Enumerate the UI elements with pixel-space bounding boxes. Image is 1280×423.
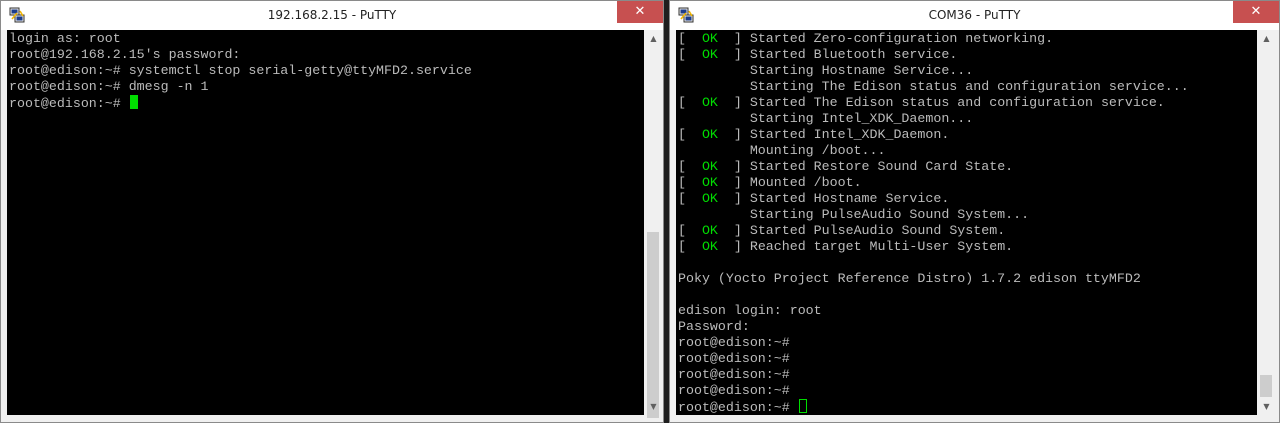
line-text: Password: bbox=[678, 319, 750, 334]
status-message: Started Bluetooth service. bbox=[749, 47, 958, 62]
line-text: Starting PulseAudio Sound System... bbox=[678, 207, 1030, 222]
ok-status-badge: OK bbox=[701, 127, 718, 142]
terminal-line: Starting PulseAudio Sound System... bbox=[678, 207, 1189, 223]
line-text: root@edison:~# bbox=[678, 351, 790, 366]
terminal-line: login as: root bbox=[9, 31, 121, 46]
ok-status-badge: OK bbox=[701, 239, 718, 254]
window-title: 192.168.2.15 - PuTTY bbox=[267, 8, 397, 22]
terminal-line: Mounting /boot... bbox=[678, 143, 1189, 159]
boot-status-line: [ OK ] Started The Edison status and con… bbox=[678, 95, 1165, 110]
ok-status-badge: OK bbox=[701, 95, 718, 110]
boot-status-line: [ OK ] Reached target Multi-User System. bbox=[678, 239, 1014, 254]
line-text: root@edison:~# bbox=[678, 383, 790, 398]
line-text: Starting Intel_XDK_Daemon... bbox=[678, 111, 974, 126]
ok-status-badge: OK bbox=[701, 175, 718, 190]
scrollbar-thumb[interactable] bbox=[647, 232, 659, 418]
vertical-scrollbar[interactable]: ▲ ▼ bbox=[645, 30, 662, 418]
ok-status-badge: OK bbox=[701, 191, 718, 206]
line-text: Starting Hostname Service... bbox=[678, 63, 974, 78]
text-cursor bbox=[129, 95, 138, 109]
boot-status-line: [ OK ] Started PulseAudio Sound System. bbox=[678, 223, 1006, 238]
ok-status-badge: OK bbox=[701, 47, 718, 62]
status-message: Reached target Multi-User System. bbox=[749, 239, 1014, 254]
terminal-line: root@edison:~# bbox=[678, 399, 1189, 415]
status-message: Started Restore Sound Card State. bbox=[749, 159, 1014, 174]
text-cursor bbox=[798, 399, 807, 413]
terminal-screen[interactable]: login as: root root@192.168.2.15's passw… bbox=[7, 30, 644, 415]
putty-app-icon[interactable] bbox=[678, 7, 695, 24]
terminal-line: root@edison:~# dmesg -n 1 bbox=[9, 79, 209, 94]
terminal-line: edison login: root bbox=[678, 303, 1189, 319]
scroll-down-arrow-icon[interactable]: ▼ bbox=[1258, 398, 1275, 415]
terminal-screen[interactable]: [ OK ] Started Zero-configuration networ… bbox=[676, 30, 1257, 415]
boot-status-line: [ OK ] Started Hostname Service. bbox=[678, 191, 950, 206]
scroll-down-arrow-icon[interactable]: ▼ bbox=[645, 398, 662, 415]
terminal-line: Starting Hostname Service... bbox=[678, 63, 1189, 79]
status-message: Started PulseAudio Sound System. bbox=[749, 223, 1006, 238]
terminal-output: login as: root root@192.168.2.15's passw… bbox=[9, 31, 472, 111]
scrollbar-thumb[interactable] bbox=[1260, 375, 1272, 397]
putty-window-ssh[interactable]: 192.168.2.15 - PuTTY ✕ login as: root ro… bbox=[0, 0, 664, 423]
boot-status-line: [ OK ] Started Restore Sound Card State. bbox=[678, 159, 1014, 174]
boot-status-line: [ OK ] Started Intel_XDK_Daemon. bbox=[678, 127, 950, 142]
status-message: Started Hostname Service. bbox=[749, 191, 950, 206]
line-text: edison login: root bbox=[678, 303, 822, 318]
boot-status-line: [ OK ] Started Bluetooth service. bbox=[678, 47, 958, 62]
putty-window-serial[interactable]: COM36 - PuTTY ✕ [ OK ] Started Zero-conf… bbox=[669, 0, 1280, 423]
line-text: Starting The Edison status and configura… bbox=[678, 79, 1189, 94]
terminal-line: Starting The Edison status and configura… bbox=[678, 79, 1189, 95]
terminal-line: root@edison:~# systemctl stop serial-get… bbox=[9, 63, 472, 78]
scroll-up-arrow-icon[interactable]: ▲ bbox=[645, 30, 662, 47]
close-button[interactable]: ✕ bbox=[1233, 1, 1279, 23]
status-message: Started The Edison status and configurat… bbox=[749, 95, 1165, 110]
terminal-line: Starting Intel_XDK_Daemon... bbox=[678, 111, 1189, 127]
status-message: Started Zero-configuration networking. bbox=[749, 31, 1054, 46]
title-bar[interactable]: 192.168.2.15 - PuTTY ✕ bbox=[1, 1, 663, 30]
scroll-up-arrow-icon[interactable]: ▲ bbox=[1258, 30, 1275, 47]
ok-status-badge: OK bbox=[701, 159, 718, 174]
line-text: Mounting /boot... bbox=[678, 143, 886, 158]
terminal-line: root@edison:~# bbox=[678, 383, 1189, 399]
vertical-scrollbar[interactable]: ▲ ▼ bbox=[1258, 30, 1275, 415]
terminal-line: root@edison:~# bbox=[678, 335, 1189, 351]
terminal-line: root@192.168.2.15's password: bbox=[9, 47, 241, 62]
terminal-line: root@edison:~# bbox=[678, 351, 1189, 367]
ok-status-badge: OK bbox=[701, 31, 718, 46]
prompt-text: root@edison:~# bbox=[9, 96, 129, 111]
line-text: root@edison:~# bbox=[678, 367, 790, 382]
terminal-line: Poky (Yocto Project Reference Distro) 1.… bbox=[678, 271, 1189, 287]
putty-app-icon[interactable] bbox=[9, 7, 26, 24]
line-text: root@edison:~# bbox=[678, 335, 790, 350]
ok-status-badge: OK bbox=[701, 223, 718, 238]
boot-status-line: [ OK ] Started Zero-configuration networ… bbox=[678, 31, 1054, 46]
title-bar[interactable]: COM36 - PuTTY ✕ bbox=[670, 1, 1279, 30]
status-message: Started Intel_XDK_Daemon. bbox=[749, 127, 950, 142]
close-button[interactable]: ✕ bbox=[617, 1, 663, 23]
window-title: COM36 - PuTTY bbox=[928, 8, 1021, 22]
line-text: Poky (Yocto Project Reference Distro) 1.… bbox=[678, 271, 1141, 286]
close-icon: ✕ bbox=[634, 4, 646, 19]
close-icon: ✕ bbox=[1250, 4, 1262, 19]
boot-status-line: [ OK ] Mounted /boot. bbox=[678, 175, 862, 190]
terminal-line: root@edison:~# bbox=[678, 367, 1189, 383]
terminal-output: [ OK ] Started Zero-configuration networ… bbox=[678, 31, 1189, 415]
line-text: root@edison:~# bbox=[678, 400, 798, 415]
terminal-prompt-line: root@edison:~# bbox=[9, 95, 472, 111]
status-message: Mounted /boot. bbox=[749, 175, 862, 190]
terminal-line: Password: bbox=[678, 319, 1189, 335]
